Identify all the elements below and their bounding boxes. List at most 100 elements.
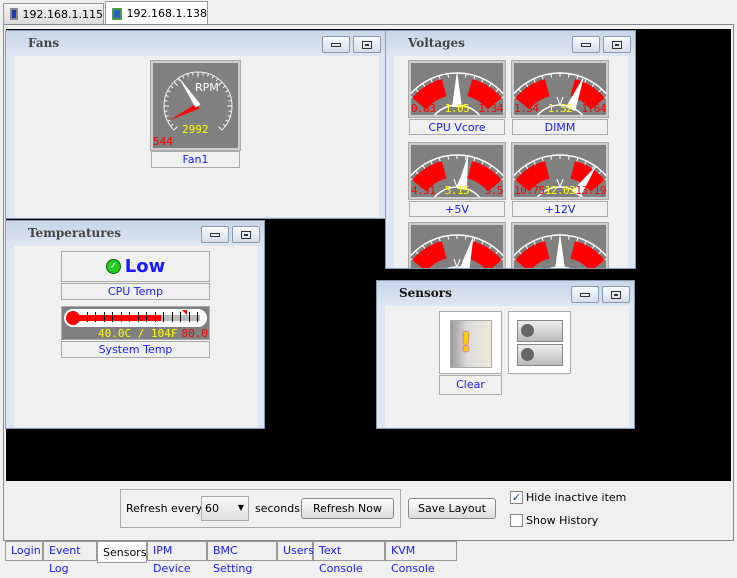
window-title: Voltages (408, 36, 465, 50)
sensors-window: Sensors ! Clear (376, 280, 635, 429)
system-temp-label[interactable]: System Temp (61, 341, 210, 358)
tab-label: 192.168.1.115 (23, 8, 103, 21)
cpu-temp-label[interactable]: CPU Temp (61, 283, 210, 300)
cpu-temp-status: ✓ Low (61, 251, 210, 282)
tab-kvm-console[interactable]: KVM Console (385, 541, 457, 561)
interval-value: 60 (205, 502, 219, 515)
voltage-label[interactable]: CPU Vcore (409, 119, 505, 135)
gauge-tick (226, 91, 229, 92)
check-icon: ✓ (106, 259, 121, 274)
gauge-tick (474, 238, 475, 242)
gauge-tick (568, 156, 569, 160)
voltage-gauge: V (409, 223, 505, 269)
chassis-intrusion-icon[interactable]: ! (439, 311, 502, 374)
tab-event-log[interactable]: Event Log (43, 541, 97, 561)
gauge-tick (219, 127, 223, 131)
gauge-tick (526, 83, 528, 86)
fan1-label[interactable]: Fan1 (151, 151, 240, 168)
unit-label: V (453, 257, 461, 269)
gauge-tick (502, 257, 503, 260)
refresh-interval-select[interactable]: 60 ▼ (201, 496, 249, 521)
chevron-down-icon: ▼ (238, 503, 244, 512)
gauge-tick (226, 120, 229, 121)
hide-inactive-checkbox[interactable]: ✓ (510, 491, 523, 504)
gauge-tick (496, 171, 499, 174)
gauge-tick (605, 257, 606, 260)
gauge-tick (514, 95, 515, 98)
gauge-tick (551, 236, 552, 240)
seconds-label: seconds (255, 502, 300, 515)
maximize-button[interactable] (602, 286, 630, 303)
minimize-button[interactable] (322, 36, 350, 53)
gauge-tick (416, 89, 419, 92)
gauge-tick (577, 76, 578, 80)
gauge-tick (599, 89, 602, 92)
maximize-button[interactable] (232, 226, 260, 243)
save-layout-button[interactable]: Save Layout (408, 498, 496, 519)
thermometer-tick (129, 312, 130, 322)
temperature-limit: 80.0 (182, 327, 209, 340)
refresh-now-button[interactable]: Refresh Now (301, 498, 394, 519)
gauge-tick (448, 156, 449, 160)
gauge-tick (183, 76, 184, 79)
tab-host-115[interactable]: 192.168.1.115 (3, 3, 104, 24)
thermometer-tick (197, 312, 198, 322)
gauge-tick (568, 236, 569, 240)
gauge-tick (514, 177, 515, 180)
thermometer-tick (172, 312, 173, 322)
show-history-checkbox[interactable] (510, 514, 523, 527)
gauge-tick (439, 238, 440, 242)
gauge-tick (585, 79, 587, 83)
minimize-button[interactable] (571, 286, 599, 303)
gauge-tick (519, 251, 522, 254)
voltage-label[interactable]: +12V (512, 201, 608, 217)
refresh-label: Refresh every (126, 502, 202, 515)
minimize-button[interactable] (201, 226, 229, 243)
voltage-gauge: V0.831.051.34 (409, 61, 505, 117)
gauge-band (412, 241, 446, 269)
gauge-tick (514, 257, 515, 260)
voltage-gauge: V4.515.155.5 (409, 143, 505, 199)
gauge-tick (212, 76, 213, 79)
gauge-tick (431, 161, 433, 165)
gauge-tick (448, 74, 449, 78)
system-temp-thermometer: 40.0C / 104F 80.0 (61, 306, 210, 340)
gauge-tick (568, 74, 569, 78)
fans-window: Fans RPM 2992 544 Fan1 (5, 30, 386, 219)
tab-sensors[interactable]: Sensors (97, 541, 147, 563)
gauge-tick (166, 116, 169, 117)
gauge-tick (166, 95, 169, 96)
gauge-tick (599, 251, 602, 254)
minimize-button[interactable] (572, 36, 600, 53)
gauge-tick (187, 74, 188, 77)
gauge-tick (585, 241, 587, 245)
gauge-tick (448, 236, 449, 240)
tab-login[interactable]: Login (5, 541, 43, 561)
maximize-button[interactable] (603, 36, 631, 53)
gauge-tick (423, 245, 425, 248)
chassis-status-label[interactable]: Clear (439, 375, 502, 395)
gauge-tick (431, 241, 433, 245)
tab-bmc-setting[interactable]: BMC Setting (207, 541, 277, 561)
voltages-window: Voltages V0.831.051.34CPU VcoreV1.341.52… (385, 30, 636, 269)
thermometer-tick (87, 312, 88, 322)
tab-ipm-device[interactable]: IPM Device (147, 541, 207, 561)
tab-text-console[interactable]: Text Console (313, 541, 385, 561)
voltage-label[interactable]: DIMM (512, 119, 608, 135)
voltage-label[interactable]: +5V (409, 201, 505, 217)
gauge-tick (465, 74, 466, 78)
gauge-tick (577, 238, 578, 242)
fan1-rpm-gauge: RPM 2992 544 (151, 61, 240, 150)
maximize-button[interactable] (353, 36, 381, 53)
temperatures-window: Temperatures ✓ Low CPU Temp 40.0C / 104F… (5, 220, 265, 429)
thermometer-tick (163, 312, 164, 322)
gauge-tick (416, 251, 419, 254)
power-supply-icon[interactable] (508, 311, 571, 374)
tab-host-138[interactable]: 192.168.1.138 (105, 1, 208, 25)
voltage-gauge: V10.7512.0313.19 (512, 143, 608, 199)
gauge-tick (534, 161, 536, 165)
gauge-tick (423, 165, 425, 168)
gauge-tick (551, 74, 552, 78)
thermometer-tick (121, 312, 122, 322)
tab-users[interactable]: Users (277, 541, 313, 561)
